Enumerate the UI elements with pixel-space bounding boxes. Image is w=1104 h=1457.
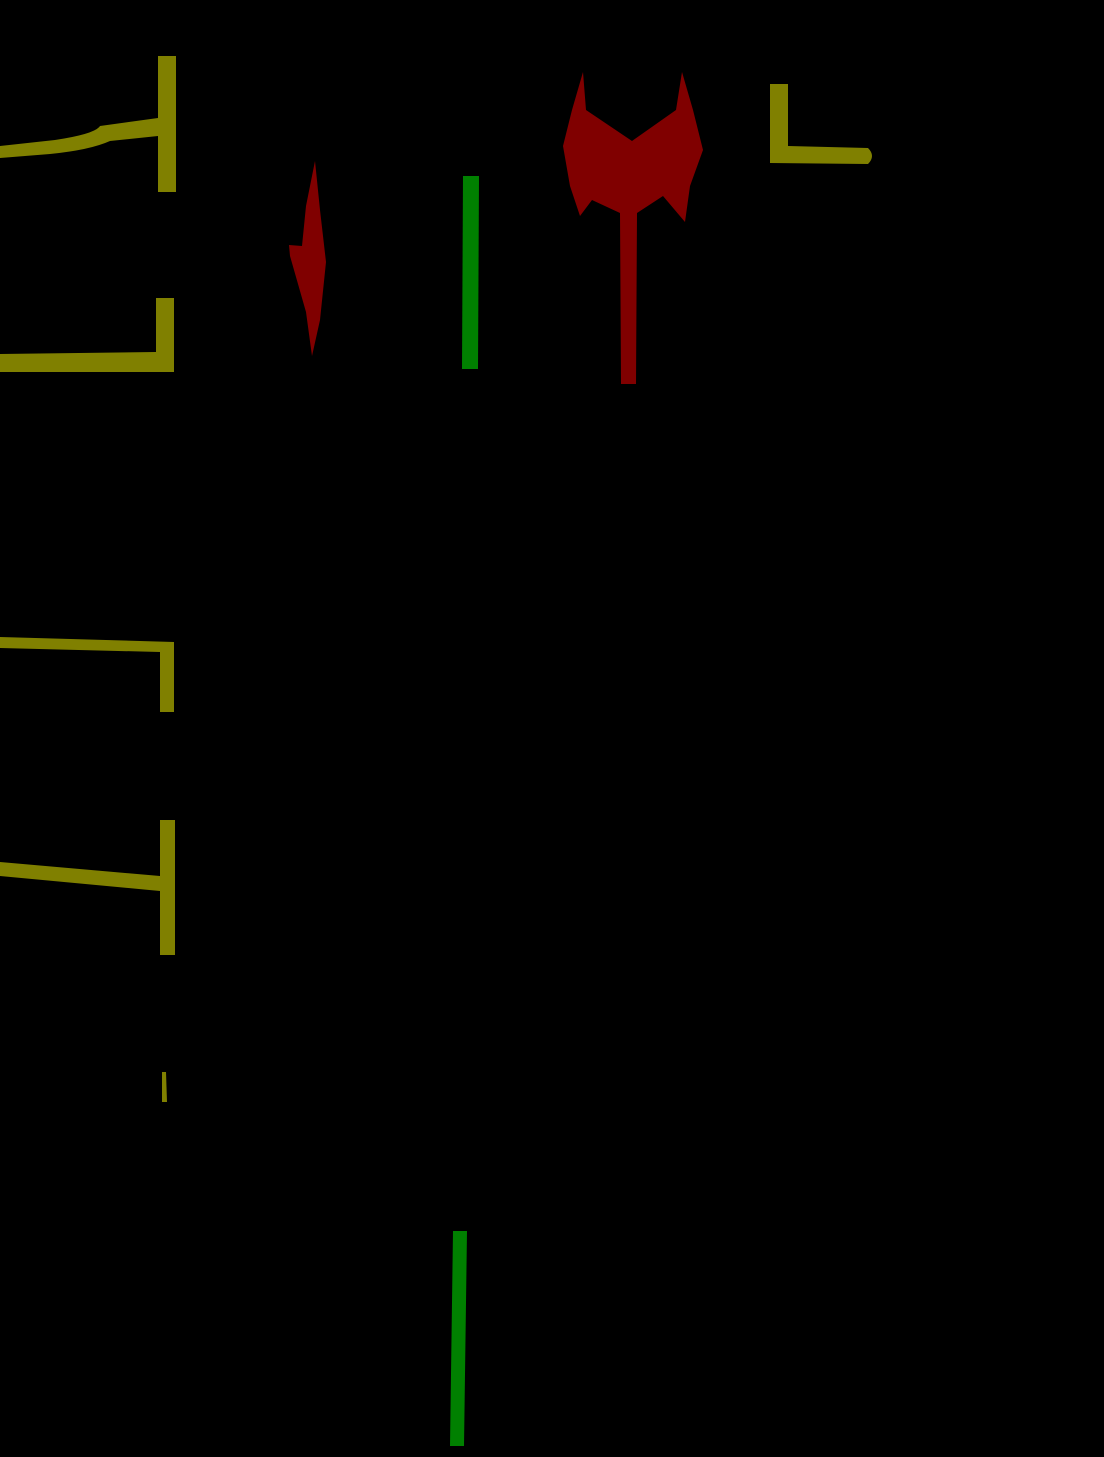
segmentation-canvas bbox=[0, 0, 1104, 1457]
background bbox=[0, 0, 1104, 1457]
upper-lane-divider bbox=[462, 176, 479, 369]
